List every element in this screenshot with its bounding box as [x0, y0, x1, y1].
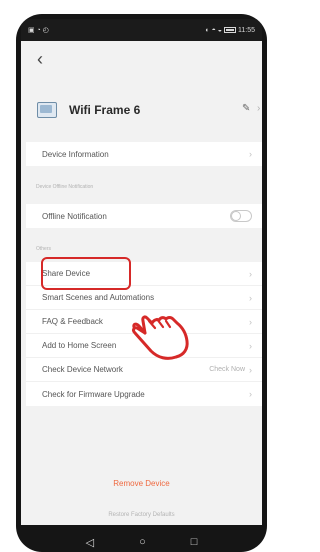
battery-icon [224, 27, 236, 33]
share-device-highlight [41, 257, 131, 290]
chevron-right-icon: › [249, 268, 252, 279]
edit-icon[interactable]: ✎ [242, 103, 250, 114]
chevron-right-icon: › [249, 364, 252, 375]
chevron-right-icon: › [249, 340, 252, 351]
firmware-upgrade-label: Check for Firmware Upgrade [42, 389, 145, 399]
others-caption: Others [36, 246, 52, 252]
device-offline-notification-caption: Device Offline Notification [36, 184, 94, 190]
hand-pointer-icon [132, 315, 189, 360]
phone-frame: ▣ ◔ ◴ ◐ ◓ ◒ 11:55 ‹ Wifi Frame 6 ✎ › Dev… [16, 14, 267, 552]
chevron-right-icon: › [249, 292, 252, 303]
status-left-icons: ▣ ◔ ◴ [28, 27, 49, 34]
status-time: 11:55 [238, 26, 255, 34]
device-header[interactable]: Wifi Frame 6 ✎ › [37, 97, 261, 123]
chevron-right-icon: › [249, 149, 252, 159]
chevron-right-icon: › [257, 103, 261, 114]
device-information-section: Device Information › [26, 142, 262, 166]
device-information-label: Device Information [42, 149, 109, 159]
check-device-network-right: Check Now › [209, 365, 252, 375]
remove-device-button[interactable]: Remove Device [21, 479, 262, 488]
status-bar: ▣ ◔ ◴ ◐ ◓ ◒ 11:55 [21, 19, 262, 41]
back-icon: ‹ [37, 49, 43, 69]
picture-frame-icon [37, 102, 57, 118]
back-nav-icon[interactable]: ◁ [86, 536, 94, 549]
home-nav-icon[interactable]: ○ [139, 536, 146, 548]
check-device-network-row[interactable]: Check Device Network Check Now › [26, 358, 262, 382]
chevron-right-icon: › [249, 389, 252, 399]
status-bar-right: ◐ ◓ ◒ 11:55 [205, 27, 255, 34]
device-name: Wifi Frame 6 [69, 103, 141, 117]
offline-notification-toggle[interactable] [230, 210, 252, 222]
check-now-label: Check Now [209, 366, 245, 373]
app-screen: ▣ ◔ ◴ ◐ ◓ ◒ 11:55 ‹ Wifi Frame 6 ✎ › Dev… [21, 19, 262, 525]
offline-notification-section: Offline Notification [26, 204, 262, 228]
check-device-network-label: Check Device Network [42, 365, 123, 374]
offline-notification-label: Offline Notification [42, 211, 107, 221]
chevron-right-icon: › [249, 316, 252, 327]
firmware-upgrade-row[interactable]: Check for Firmware Upgrade › [26, 382, 262, 406]
navigation-bar: ◁ ○ □ [16, 532, 267, 552]
restore-factory-defaults-button[interactable]: Restore Factory Defaults [21, 512, 262, 518]
back-button[interactable]: ‹ [37, 49, 55, 69]
offline-notification-row[interactable]: Offline Notification [26, 204, 262, 228]
recent-apps-nav-icon[interactable]: □ [191, 536, 198, 548]
faq-feedback-label: FAQ & Feedback [42, 317, 103, 326]
device-information-row[interactable]: Device Information › [26, 142, 262, 166]
status-bar-left: ▣ ◔ ◴ [28, 26, 49, 34]
status-right-icons: ◐ ◓ ◒ [205, 26, 222, 34]
add-to-home-screen-label: Add to Home Screen [42, 341, 117, 350]
